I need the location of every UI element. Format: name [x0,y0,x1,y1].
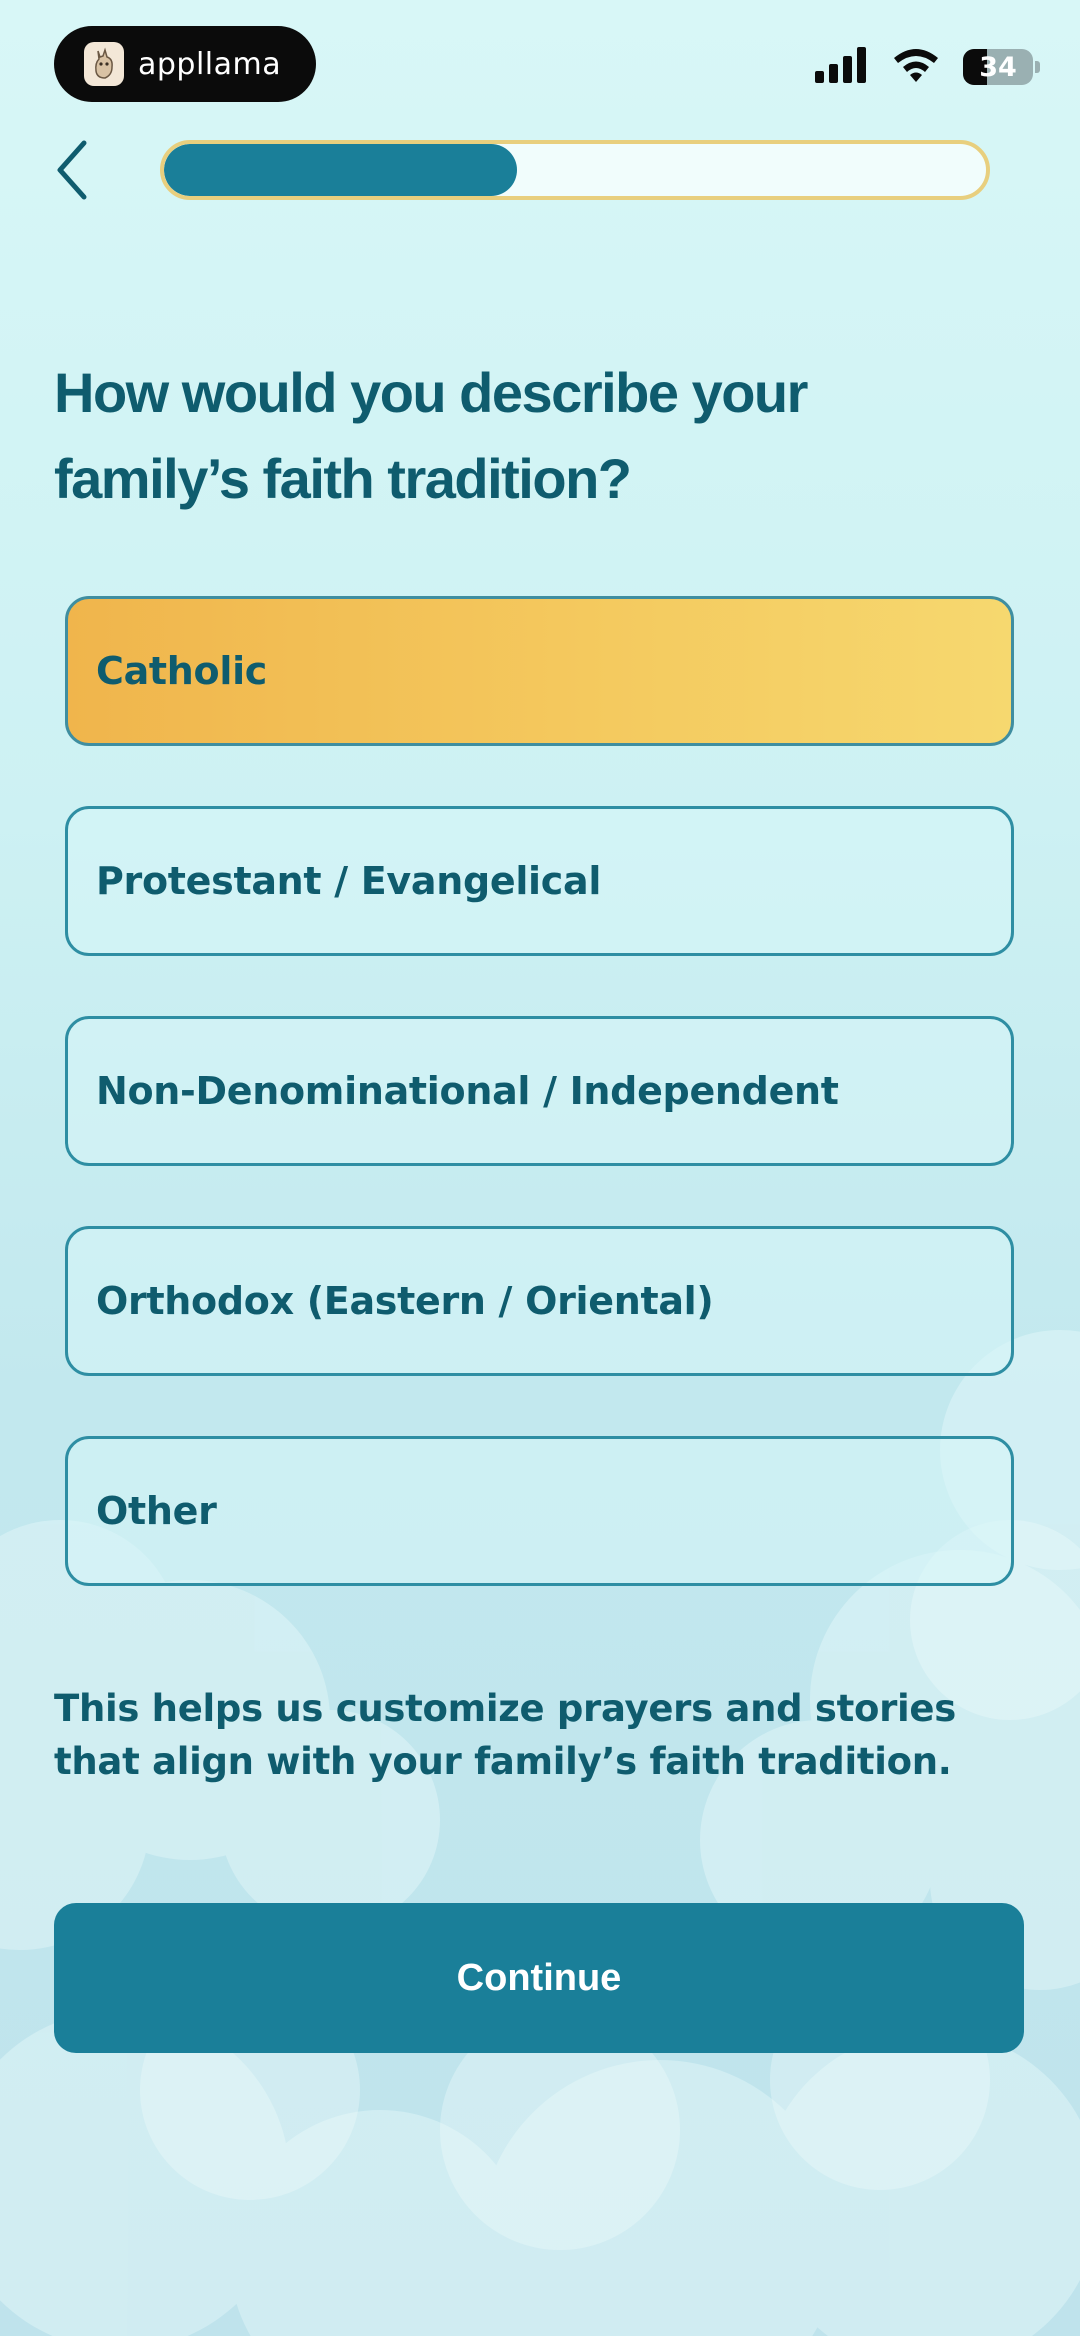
app-name: appllama [138,46,282,82]
option-label: Non-Denominational / Independent [96,1069,839,1113]
back-button[interactable] [44,134,100,206]
option-other[interactable]: Other [65,1436,1014,1586]
page-title: How would you describe your family’s fai… [54,361,808,510]
battery-percentage: 34 [979,51,1017,83]
faith-options-list: Catholic Protestant / Evangelical Non-De… [65,596,1014,1646]
continue-label: Continue [456,1956,622,1999]
llama-logo-icon [84,42,124,86]
option-label: Orthodox (Eastern / Oriental) [96,1279,714,1323]
progress-bar [160,140,990,200]
status-icons: 34 [815,46,1040,88]
progress-fill [164,144,518,196]
option-catholic[interactable]: Catholic [65,596,1014,746]
chevron-left-icon [57,140,87,200]
option-label: Protestant / Evangelical [96,859,602,903]
app-badge: appllama [54,26,316,102]
option-label: Catholic [96,649,268,693]
battery-icon: 34 [963,49,1033,85]
option-label: Other [96,1489,217,1533]
option-protestant-evangelical[interactable]: Protestant / Evangelical [65,806,1014,956]
option-non-denominational-independent[interactable]: Non-Denominational / Independent [65,1016,1014,1166]
battery-tip [1035,61,1040,73]
onboarding-screen: appllama 34 How would you describe your … [0,0,1080,2336]
wifi-icon [891,46,941,88]
helper-text: This helps us customize prayers and stor… [54,1687,956,1783]
option-orthodox[interactable]: Orthodox (Eastern / Oriental) [65,1226,1014,1376]
cellular-signal-icon [815,47,869,87]
continue-button[interactable]: Continue [54,1903,1024,2053]
